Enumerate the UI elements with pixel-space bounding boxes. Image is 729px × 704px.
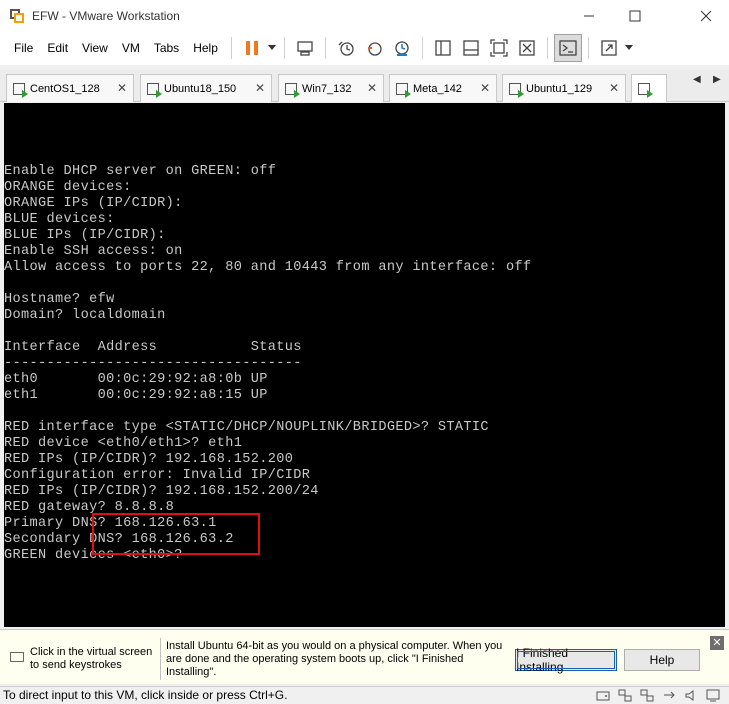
minimize-button[interactable] [566,0,612,31]
send-keys-icon [297,41,313,56]
tab-win7-132[interactable]: Win7_132 ✕ [278,74,384,102]
sound-card-icon[interactable] [684,689,698,702]
vm-running-icon [509,82,524,98]
toolbar-separator [283,37,285,59]
status-text: To direct input to this VM, click inside… [3,688,288,702]
power-dropdown-button[interactable] [266,34,278,62]
tab-ubuntu18-150[interactable]: Ubuntu18_150 ✕ [140,74,272,102]
take-snapshot-button[interactable] [332,34,360,62]
tab-label: Win7_132 [302,82,352,95]
close-icon[interactable]: ✕ [255,81,265,95]
toolbar-separator [587,37,589,59]
usb-device-icon[interactable] [662,689,676,702]
menu-help[interactable]: Help [186,41,225,55]
vm-running-icon [396,82,411,98]
snapshot-clock-icon [338,41,354,56]
help-button[interactable]: Help [624,649,700,671]
tab-scroll-right-icon[interactable]: ▶ [713,74,721,85]
unity-mode-button[interactable] [513,34,541,62]
toolbar-separator [546,37,548,59]
dns-highlight-annotation [92,513,260,555]
vm-running-icon [285,82,300,98]
tab-centos1-128[interactable]: CentOS1_128 ✕ [6,74,134,102]
close-icon[interactable]: ✕ [480,81,490,95]
maximize-button[interactable] [612,0,658,31]
show-library-button[interactable] [429,34,457,62]
revert-snapshot-button[interactable] [360,34,388,62]
maximize-icon [629,10,641,21]
menu-toolbar: File Edit View VM Tabs Help [0,31,729,65]
network-adapter-icon[interactable] [618,689,632,702]
status-bar: To direct input to this VM, click inside… [0,686,729,704]
toolbar-separator [421,37,423,59]
console-output: Enable DHCP server on GREEN: off ORANGE … [4,164,532,563]
vm-running-icon [13,82,28,98]
keystroke-hint: Click in the virtual screen to send keys… [30,646,153,671]
close-icon[interactable]: ✕ [609,81,619,95]
pause-icon [245,41,258,55]
tab-efw-active[interactable] [631,74,667,102]
snapshot-manager-icon [395,41,409,56]
toolbar-separator [230,37,232,59]
window-title: EFW - VMware Workstation [32,8,180,23]
close-button[interactable] [683,0,729,31]
full-screen-button[interactable] [485,34,513,62]
tab-scroll-left-icon[interactable]: ◀ [693,74,701,85]
stretch-icon [601,40,617,56]
snapshot-manager-button[interactable] [388,34,416,62]
network-adapter-2-icon[interactable] [640,689,654,702]
stretch-dropdown-button[interactable] [623,34,635,62]
chevron-down-icon [624,45,633,50]
display-icon[interactable] [706,689,720,702]
menu-edit[interactable]: Edit [40,41,75,55]
tab-meta-142[interactable]: Meta_142 ✕ [389,74,497,102]
vm-running-icon [638,82,653,98]
install-message: Install Ubuntu 64-bit as you would on a … [166,640,503,678]
title-bar: EFW - VMware Workstation [0,0,729,31]
close-icon [700,10,712,21]
minimize-icon [584,15,594,16]
library-panel-icon [435,40,451,56]
show-thumbnail-bar-button[interactable] [457,34,485,62]
vm-tab-bar: CentOS1_128 ✕ Ubuntu18_150 ✕ Win7_132 ✕ … [0,70,729,102]
revert-snapshot-icon [367,42,382,56]
install-info-bar: Click in the virtual screen to send keys… [0,629,729,684]
thumbnail-bar-icon [463,40,479,56]
keyboard-icon [10,652,24,662]
pause-button[interactable] [238,34,266,62]
full-screen-icon [490,39,508,57]
menu-file[interactable]: File [7,41,40,55]
vm-running-icon [147,82,162,98]
menu-vm[interactable]: VM [115,41,147,55]
console-view-button[interactable] [553,34,582,62]
unity-mode-icon [519,40,535,56]
menu-tabs[interactable]: Tabs [147,41,186,55]
i-finished-installing-button[interactable]: I Finished Installing [515,646,617,674]
tab-ubuntu1-129[interactable]: Ubuntu1_129 ✕ [502,74,626,102]
infobar-close-icon[interactable]: ✕ [710,636,724,650]
tab-label: CentOS1_128 [30,82,100,95]
vmware-app-icon [10,8,24,23]
info-separator [160,638,161,680]
tab-label: Meta_142 [413,82,462,95]
chevron-down-icon [267,45,276,50]
send-ctrl-alt-del-button[interactable] [291,34,319,62]
close-icon[interactable]: ✕ [117,81,127,95]
stretch-guest-button[interactable] [595,34,623,62]
hard-disk-icon[interactable] [596,689,610,702]
tab-label: Ubuntu18_150 [164,82,237,95]
tab-label: Ubuntu1_129 [526,82,593,95]
close-icon[interactable]: ✕ [367,81,377,95]
menu-view[interactable]: View [75,41,115,55]
terminal-icon [559,40,577,56]
toolbar-separator [324,37,326,59]
